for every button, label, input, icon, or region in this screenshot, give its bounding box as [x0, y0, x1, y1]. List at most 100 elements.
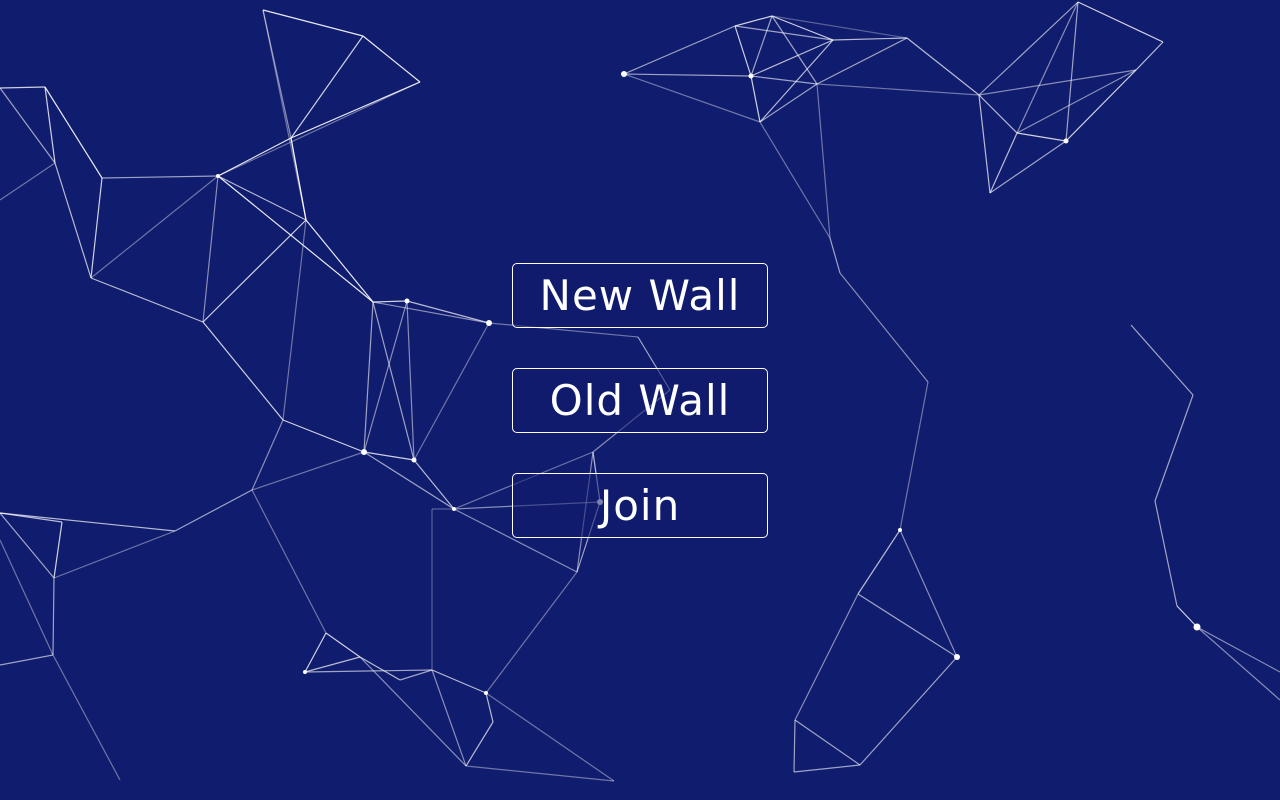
network-link [90, 277, 204, 323]
network-link [906, 37, 980, 96]
network-link [217, 175, 307, 221]
network-link [217, 81, 421, 177]
network-link [859, 656, 958, 766]
network-link [485, 692, 615, 782]
network-link [217, 175, 374, 303]
network-link [623, 73, 752, 77]
network-link [0, 512, 55, 579]
network-link [90, 177, 103, 279]
network-link [1077, 1, 1164, 43]
app-screen: New Wall Old Wall Join [0, 0, 1280, 800]
network-node [361, 449, 367, 455]
network-link [90, 175, 219, 279]
network-link [1154, 500, 1178, 607]
network-link [734, 15, 773, 27]
network-link [465, 721, 494, 767]
main-menu: New Wall Old Wall Join [512, 263, 768, 578]
network-link [52, 577, 55, 656]
network-link [750, 75, 818, 85]
network-link [839, 272, 929, 383]
new-wall-button[interactable]: New Wall [512, 263, 768, 328]
network-node [404, 298, 410, 304]
network-link [857, 529, 901, 595]
network-link [251, 419, 284, 491]
network-link [750, 75, 761, 123]
network-link [304, 632, 327, 673]
network-link [0, 539, 54, 656]
network-link [1135, 41, 1164, 71]
network-link [771, 15, 834, 41]
network-link [0, 162, 56, 201]
network-link [1016, 132, 1067, 142]
network-link [362, 35, 421, 83]
network-link [0, 654, 54, 666]
network-link [363, 451, 415, 461]
network-node [484, 691, 488, 695]
network-link [202, 175, 219, 323]
network-link [793, 719, 796, 773]
network-link [1130, 324, 1194, 396]
network-link [406, 300, 490, 324]
network-link [1176, 605, 1198, 628]
network-link [899, 381, 929, 531]
network-link [794, 719, 861, 766]
network-node [621, 71, 627, 77]
network-link [978, 94, 991, 194]
network-link [54, 162, 92, 279]
network-link [305, 219, 374, 303]
network-link [359, 656, 467, 767]
old-wall-button[interactable]: Old Wall [512, 368, 768, 433]
network-link [251, 489, 327, 634]
network-node [954, 654, 960, 660]
network-link [304, 669, 433, 673]
network-node [1193, 623, 1201, 631]
network-link [359, 656, 401, 681]
join-button[interactable]: Join [512, 473, 768, 538]
network-link [793, 764, 861, 773]
network-node [452, 507, 456, 511]
network-node [1063, 138, 1069, 144]
network-link [101, 175, 219, 179]
network-link [623, 73, 761, 123]
network-link [399, 669, 433, 681]
network-node [486, 320, 492, 326]
network-link [282, 419, 365, 453]
network-link [1065, 69, 1137, 142]
network-link [52, 654, 121, 781]
network-link [304, 656, 361, 673]
network-link [0, 86, 46, 89]
network-link [363, 451, 455, 510]
network-link [363, 300, 408, 453]
network-link [794, 593, 859, 721]
network-link [431, 669, 467, 767]
network-link [202, 321, 284, 421]
network-link [372, 300, 408, 303]
network-link [363, 301, 374, 453]
network-link [1196, 626, 1280, 673]
network-link [465, 765, 615, 782]
network-link [734, 25, 752, 77]
network-link [53, 521, 63, 579]
network-link [857, 593, 958, 658]
network-link [623, 25, 736, 75]
network-link [0, 512, 63, 523]
network-node [898, 528, 902, 532]
network-node [216, 174, 220, 178]
network-node [303, 670, 307, 674]
network-link [174, 489, 253, 532]
network-link [899, 529, 958, 658]
network-link [431, 669, 487, 694]
network-link [829, 237, 841, 274]
network-link [759, 121, 831, 239]
network-link [1196, 626, 1280, 701]
network-link [53, 530, 176, 579]
network-node [411, 457, 417, 463]
network-link [734, 25, 834, 41]
network-link [262, 9, 364, 37]
network-link [325, 632, 361, 658]
network-link [413, 322, 490, 461]
network-link [816, 37, 908, 85]
network-link [832, 37, 908, 41]
network-link [485, 571, 578, 694]
network-link [816, 83, 980, 96]
